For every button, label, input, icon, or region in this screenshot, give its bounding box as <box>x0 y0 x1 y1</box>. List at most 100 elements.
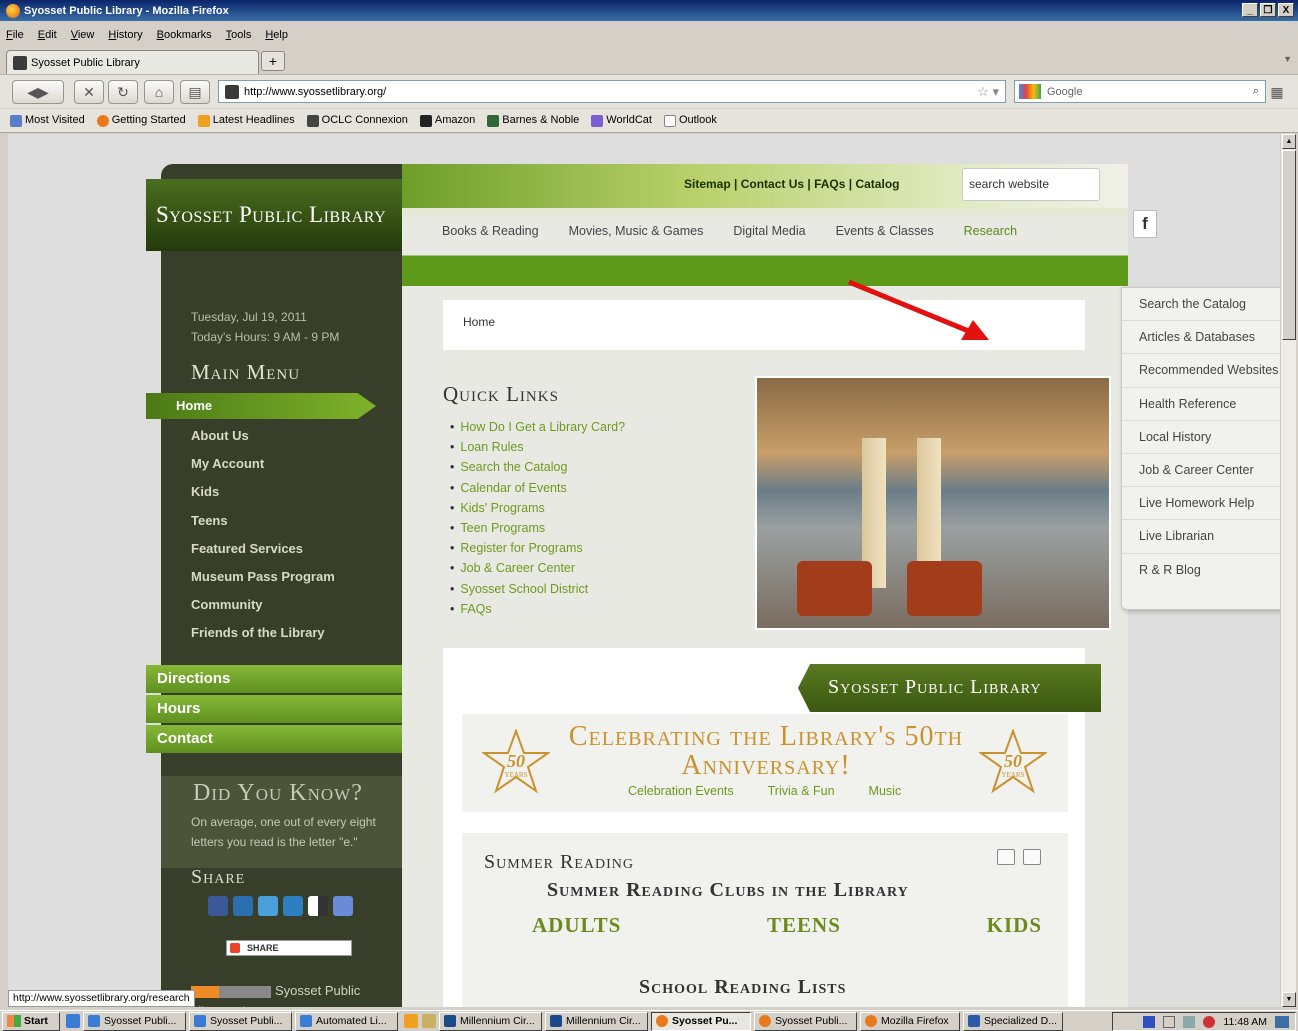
start-button[interactable]: Start <box>2 1011 60 1031</box>
tab-list-icon[interactable]: ▼ <box>1283 54 1292 64</box>
bookmark-barnes-noble[interactable]: Barnes & Noble <box>487 114 579 127</box>
desktop-icon[interactable] <box>1275 1015 1289 1028</box>
quick-link[interactable]: FAQs <box>450 602 625 622</box>
scroll-up-icon[interactable]: ▲ <box>1282 134 1296 149</box>
bookmark-outlook[interactable]: Outlook <box>663 114 717 127</box>
folder-icon[interactable] <box>422 1014 436 1028</box>
bookmark-latest-headlines[interactable]: Latest Headlines <box>197 114 295 127</box>
home-button[interactable]: ⌂ <box>144 80 174 104</box>
twitter-icon[interactable] <box>258 896 278 916</box>
taskbar-item[interactable]: Specialized D... <box>963 1011 1063 1031</box>
close-button[interactable]: X <box>1278 3 1294 17</box>
menu-tools[interactable]: Tools <box>226 29 252 41</box>
rss-feed-link[interactable]: Syosset Public Library Site <box>191 980 381 1007</box>
bookmark-most-visited[interactable]: Most Visited <box>10 114 85 127</box>
taskbar-item[interactable]: Millennium Cir... <box>439 1011 542 1031</box>
web-search-input[interactable]: Google ⌕ <box>1014 80 1266 103</box>
menu-item-teens[interactable]: Teens <box>191 513 335 541</box>
menu-item-about-us[interactable]: About Us <box>191 428 335 456</box>
clock[interactable]: 11:48 AM <box>1223 1016 1267 1028</box>
quick-link[interactable]: Calendar of Events <box>450 481 625 501</box>
nav-research[interactable]: Research <box>964 224 1018 238</box>
menu-item-my-account[interactable]: My Account <box>191 456 335 484</box>
quick-link[interactable]: Kids' Programs <box>450 501 625 521</box>
facebook-icon[interactable]: f <box>1133 210 1157 238</box>
nav-books-reading[interactable]: Books & Reading <box>442 224 539 238</box>
tab-syosset[interactable]: Syosset Public Library <box>6 50 259 74</box>
quick-link[interactable]: Search the Catalog <box>450 460 625 480</box>
quick-link[interactable]: Job & Career Center <box>450 561 625 581</box>
quick-link[interactable]: Loan Rules <box>450 440 625 460</box>
taskbar-item[interactable]: Millennium Cir... <box>545 1011 648 1031</box>
stop-button[interactable]: ✕ <box>74 80 104 104</box>
maximize-button[interactable]: ❐ <box>1260 3 1276 17</box>
delicious-squares-icon[interactable] <box>308 896 328 916</box>
dropdown-item-live-homework[interactable]: Live Homework Help <box>1122 487 1280 521</box>
myspace-icon[interactable] <box>283 896 303 916</box>
menu-edit[interactable]: Edit <box>38 29 57 41</box>
contact-us-link[interactable]: Contact Us <box>741 177 804 191</box>
contact-button[interactable]: Contact <box>146 725 402 753</box>
quick-link[interactable]: Register for Programs <box>450 541 625 561</box>
ie-icon[interactable] <box>66 1014 80 1028</box>
nav-events-classes[interactable]: Events & Classes <box>836 224 934 238</box>
search-icon[interactable]: ⌕ <box>1253 85 1259 98</box>
url-bar[interactable]: http://www.syossetlibrary.org/ ☆ ▾ <box>218 80 1006 103</box>
scroll-down-icon[interactable]: ▼ <box>1282 992 1296 1007</box>
dropdown-item-rr-blog[interactable]: R & R Blog <box>1122 554 1280 587</box>
celebration-events-link[interactable]: Celebration Events <box>628 784 734 798</box>
dropdown-item-articles-databases[interactable]: Articles & Databases <box>1122 321 1280 355</box>
dropdown-item-health-reference[interactable]: Health Reference <box>1122 388 1280 421</box>
google-icon[interactable] <box>1019 84 1041 99</box>
faqs-link[interactable]: FAQs <box>814 177 845 191</box>
sitemap-link[interactable]: Sitemap <box>684 177 731 191</box>
menu-item-museum-pass[interactable]: Museum Pass Program <box>191 569 335 597</box>
volume-muted-icon[interactable] <box>1203 1015 1216 1028</box>
menu-history[interactable]: History <box>108 29 142 41</box>
school-reading-lists-heading[interactable]: School Reading Lists <box>639 976 846 999</box>
menu-file[interactable]: File <box>6 29 24 41</box>
nav-movies-music-games[interactable]: Movies, Music & Games <box>569 224 704 238</box>
dropdown-item-job-career[interactable]: Job & Career Center <box>1122 454 1280 488</box>
minimize-button[interactable]: _ <box>1242 3 1258 17</box>
bookmark-worldcat[interactable]: WorldCat <box>591 114 652 127</box>
menu-item-home[interactable]: Home <box>146 393 376 419</box>
google-buzz-icon[interactable] <box>333 896 353 916</box>
taskbar-item[interactable]: Automated Li... <box>295 1011 398 1031</box>
bookmark-amazon[interactable]: Amazon <box>419 114 475 127</box>
back-forward-button[interactable]: ◀▶ <box>12 80 64 104</box>
menu-view[interactable]: View <box>71 29 95 41</box>
shield-icon[interactable] <box>1143 1015 1156 1028</box>
toolbar-extra-icon[interactable]: ▦ <box>1268 80 1286 104</box>
reload-button[interactable]: ↻ <box>108 80 138 104</box>
hours-button[interactable]: Hours <box>146 695 402 723</box>
nav-digital-media[interactable]: Digital Media <box>733 224 805 238</box>
print-button[interactable]: ▤ <box>180 80 210 104</box>
menu-item-community[interactable]: Community <box>191 597 335 625</box>
menu-bookmarks[interactable]: Bookmarks <box>157 29 212 41</box>
quick-link[interactable]: Syosset School District <box>450 582 625 602</box>
network-icon[interactable] <box>1183 1015 1196 1028</box>
dropdown-item-live-librarian[interactable]: Live Librarian <box>1122 520 1280 554</box>
delicious-icon[interactable] <box>233 896 253 916</box>
scroll-thumb[interactable] <box>1282 150 1296 340</box>
taskbar-item[interactable]: Syosset Publi... <box>754 1011 857 1031</box>
menu-item-kids[interactable]: Kids <box>191 484 335 512</box>
outlook-icon[interactable] <box>404 1014 418 1028</box>
taskbar-item[interactable]: Syosset Publi... <box>83 1011 186 1031</box>
catalog-link[interactable]: Catalog <box>855 177 899 191</box>
site-search-input[interactable]: search website <box>962 168 1100 201</box>
flag-icon[interactable] <box>1163 1015 1176 1028</box>
new-tab-button[interactable]: + <box>261 51 285 71</box>
dropdown-item-search-catalog[interactable]: Search the Catalog <box>1122 288 1280 322</box>
taskbar-item[interactable]: Mozilla Firefox <box>860 1011 960 1031</box>
email-icon[interactable] <box>1023 849 1041 865</box>
music-link[interactable]: Music <box>869 784 902 798</box>
directions-button[interactable]: Directions <box>146 665 402 693</box>
bookmark-star-icon[interactable]: ☆ ▾ <box>977 84 999 100</box>
bookmark-oclc[interactable]: OCLC Connexion <box>306 114 408 127</box>
trivia-fun-link[interactable]: Trivia & Fun <box>768 784 835 798</box>
facebook-icon[interactable] <box>208 896 228 916</box>
print-icon[interactable] <box>997 849 1015 865</box>
kids-link[interactable]: KIDS <box>987 913 1042 938</box>
